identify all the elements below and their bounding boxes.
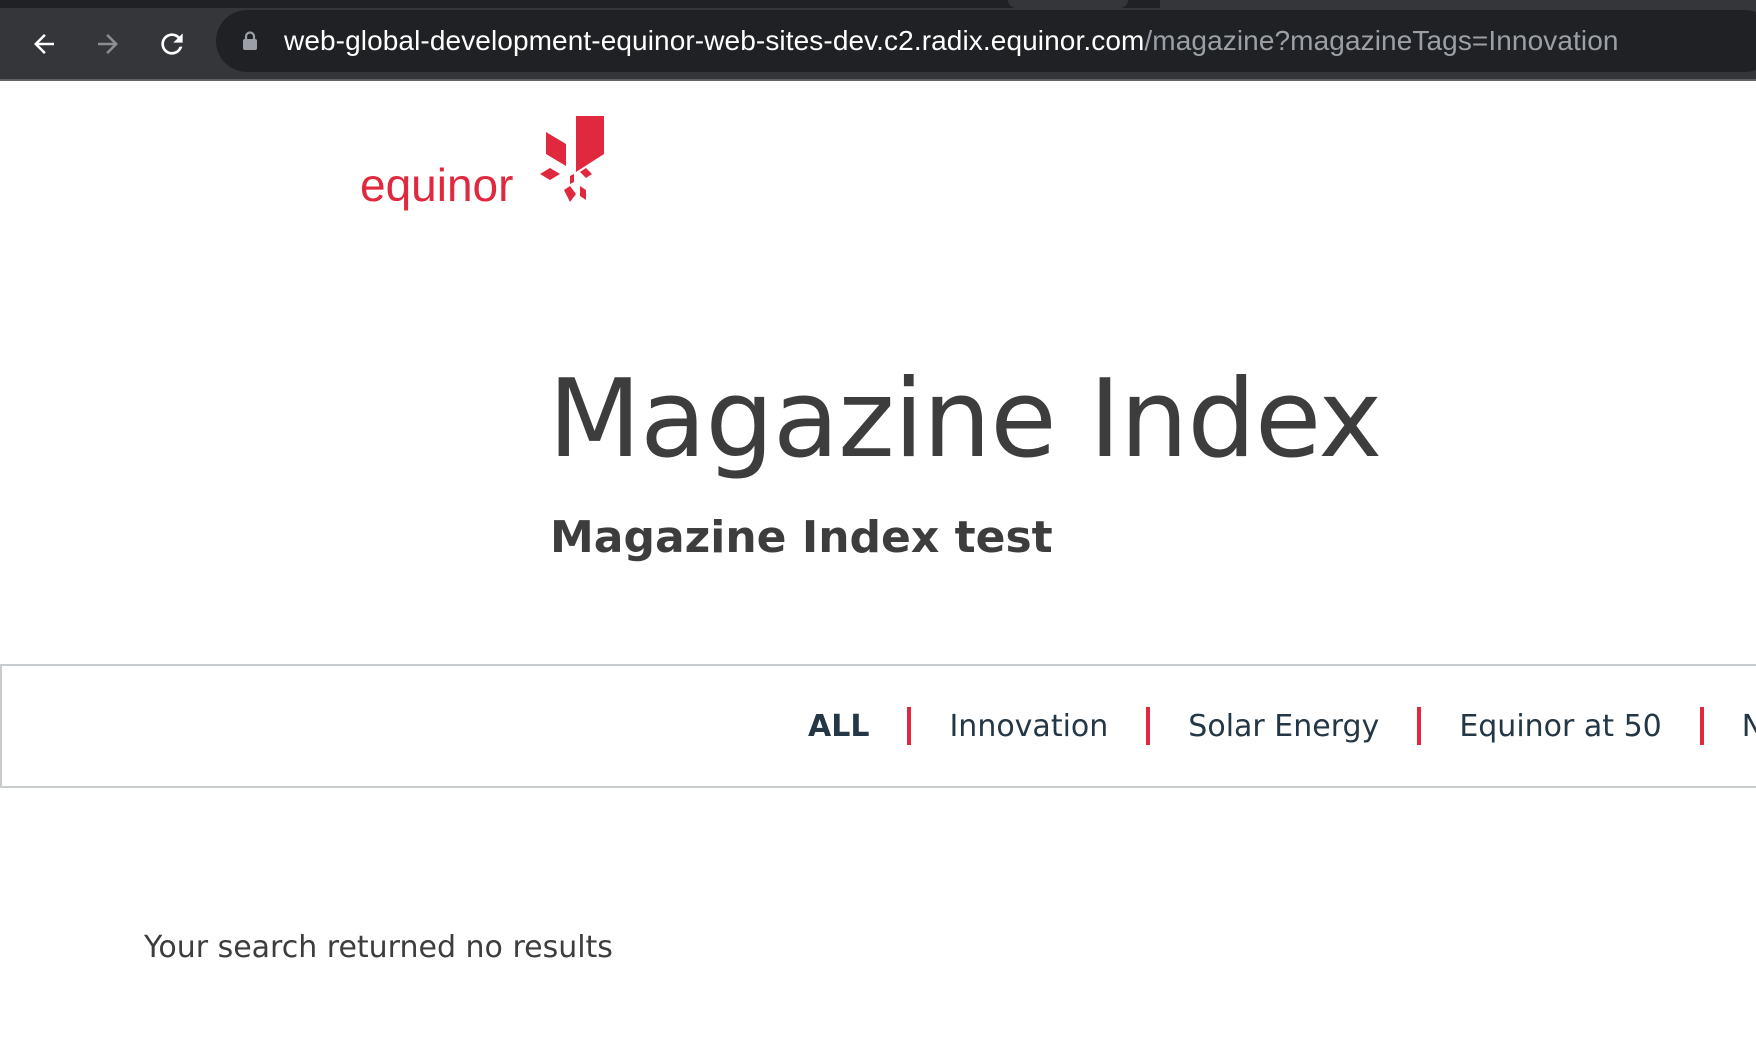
url-host: web-global-development-equinor-web-sites… <box>284 25 1145 56</box>
logo-wordmark: equinor <box>360 159 514 211</box>
reload-icon <box>161 33 183 55</box>
filter-solar-energy[interactable]: Solar Energy <box>1188 709 1379 744</box>
address-bar[interactable]: web-global-development-equinor-web-sites… <box>216 10 1756 72</box>
page-subtitle: Magazine Index test <box>550 512 1053 563</box>
filter-separator <box>907 707 912 745</box>
filter-all[interactable]: ALL <box>808 709 869 744</box>
forward-button[interactable] <box>84 20 132 68</box>
filter-next-truncated[interactable]: N <box>1742 709 1756 744</box>
magazine-tag-filter: ALL Innovation Solar Energy Equinor at 5… <box>0 664 1756 788</box>
back-arrow-icon <box>34 34 54 54</box>
filter-innovation[interactable]: Innovation <box>949 709 1108 744</box>
lock-icon[interactable] <box>242 31 258 51</box>
tab[interactable] <box>1008 0 1128 8</box>
browser-toolbar: web-global-development-equinor-web-sites… <box>0 0 1756 81</box>
reload-button[interactable] <box>148 20 196 68</box>
equinor-star-icon <box>540 116 604 202</box>
filter-list: ALL Innovation Solar Energy Equinor at 5… <box>808 666 1756 786</box>
toolbar-divider <box>0 79 1756 81</box>
url-text[interactable]: web-global-development-equinor-web-sites… <box>284 10 1619 72</box>
url-path: /magazine?magazineTags=Innovation <box>1144 25 1619 56</box>
filter-separator <box>1146 707 1151 745</box>
tab[interactable] <box>1160 0 1756 8</box>
no-results-message: Your search returned no results <box>144 930 613 965</box>
filter-separator <box>1417 707 1422 745</box>
page-title: Magazine Index <box>548 357 1382 482</box>
back-button[interactable] <box>20 20 68 68</box>
equinor-logo[interactable]: equinor <box>360 116 620 226</box>
forward-arrow-icon <box>98 34 118 54</box>
filter-separator <box>1699 707 1704 745</box>
filter-equinor-at-50[interactable]: Equinor at 50 <box>1459 709 1661 744</box>
